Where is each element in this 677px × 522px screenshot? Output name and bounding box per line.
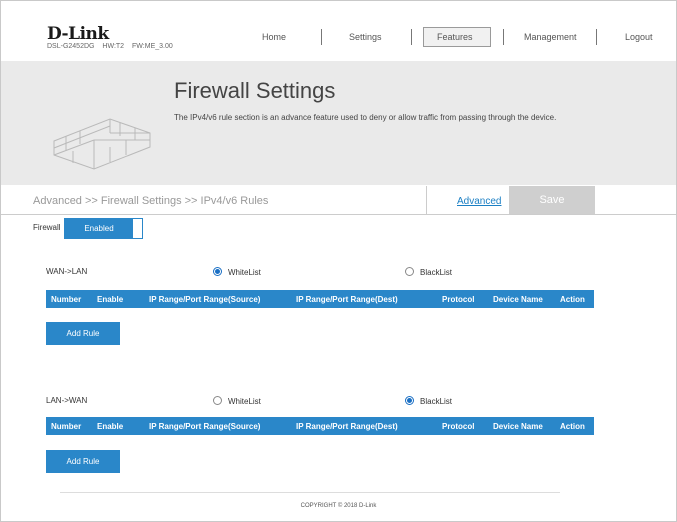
col-enable: Enable <box>97 422 124 431</box>
firewall-toggle[interactable]: Enabled <box>64 218 143 239</box>
col-device-name: Device Name <box>493 422 543 431</box>
hw-version: HW:T2 <box>102 43 125 50</box>
firewall-label: Firewall <box>33 223 61 232</box>
firewall-toggle-state: Enabled <box>65 219 133 238</box>
lan-wan-blacklist-radio[interactable]: BlackList <box>405 396 452 406</box>
col-source: IP Range/Port Range(Source) <box>149 422 261 431</box>
lan-wan-whitelist-radio[interactable]: WhiteList <box>213 396 261 406</box>
path-divider <box>426 186 427 214</box>
whitelist-label: WhiteList <box>228 268 261 277</box>
nav-separator <box>411 29 412 45</box>
lan-wan-add-rule-button[interactable]: Add Rule <box>46 450 120 473</box>
col-device-name: Device Name <box>493 295 543 304</box>
radio-unselected-icon <box>213 396 222 405</box>
nav-separator <box>321 29 322 45</box>
nav-separator <box>503 29 504 45</box>
page-description: The IPv4/v6 rule section is an advance f… <box>174 113 557 122</box>
lan-wan-label: LAN->WAN <box>46 396 88 405</box>
model-name: DSL-G2452DG <box>47 43 95 50</box>
blacklist-label: BlackList <box>420 268 453 277</box>
col-action: Action <box>560 295 585 304</box>
whitelist-label: WhiteList <box>228 397 261 406</box>
lan-wan-table-header: Number Enable IP Range/Port Range(Source… <box>46 417 594 435</box>
col-dest: IP Range/Port Range(Dest) <box>296 295 398 304</box>
save-button[interactable]: Save <box>509 186 595 214</box>
dlink-logo: D-Link <box>47 24 109 44</box>
nav-features[interactable]: Features <box>437 32 473 42</box>
nav-management[interactable]: Management <box>524 32 577 42</box>
nav-separator <box>596 29 597 45</box>
wan-lan-blacklist-radio[interactable]: BlackList <box>405 267 452 277</box>
nav-settings[interactable]: Settings <box>349 32 382 42</box>
wan-lan-whitelist-radio[interactable]: WhiteList <box>213 267 261 277</box>
col-dest: IP Range/Port Range(Dest) <box>296 422 398 431</box>
nav-home[interactable]: Home <box>262 32 286 42</box>
firewall-wall-icon <box>53 118 151 170</box>
col-number: Number <box>51 422 82 431</box>
fw-version: FW:ME_3.00 <box>132 43 173 50</box>
copyright: COPYRIGHT © 2018 D-Link <box>300 503 377 509</box>
col-number: Number <box>51 295 82 304</box>
blacklist-label: BlackList <box>420 397 453 406</box>
radio-selected-icon <box>213 267 222 276</box>
breadcrumb: Advanced >> Firewall Settings >> IPv4/v6… <box>33 195 269 207</box>
nav-logout[interactable]: Logout <box>625 32 653 42</box>
wan-lan-add-rule-button[interactable]: Add Rule <box>46 322 120 345</box>
col-protocol: Protocol <box>442 295 475 304</box>
advanced-link[interactable]: Advanced <box>457 196 501 207</box>
wan-lan-table-header: Number Enable IP Range/Port Range(Source… <box>46 290 594 308</box>
radio-unselected-icon <box>405 267 414 276</box>
wan-lan-label: WAN->LAN <box>46 267 88 276</box>
col-action: Action <box>560 422 585 431</box>
col-enable: Enable <box>97 295 124 304</box>
footer-divider <box>60 492 560 493</box>
col-protocol: Protocol <box>442 422 475 431</box>
page-title: Firewall Settings <box>174 78 336 103</box>
col-source: IP Range/Port Range(Source) <box>149 295 261 304</box>
radio-selected-icon <box>405 396 414 405</box>
device-info: DSL-G2452DG HW:T2 FW:ME_3.00 <box>47 43 179 50</box>
